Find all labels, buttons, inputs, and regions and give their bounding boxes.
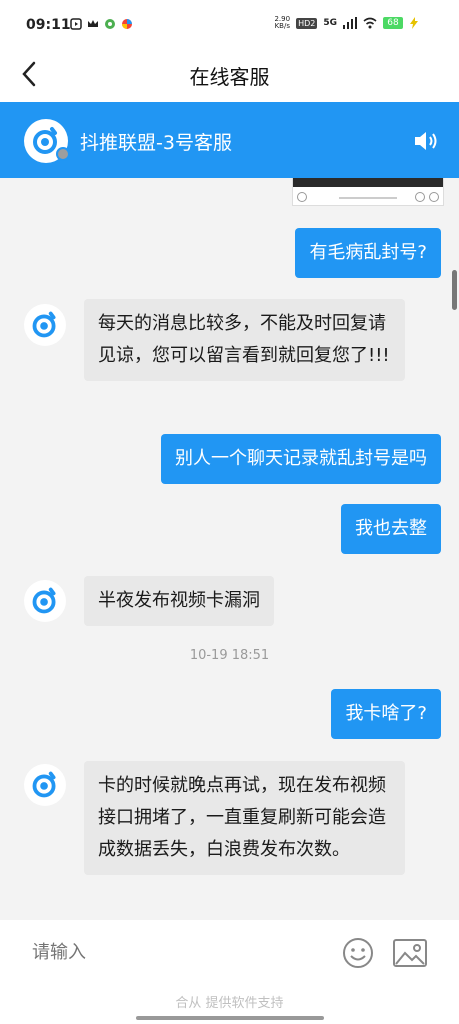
emoji-icon[interactable] (342, 937, 374, 969)
signal-bars-icon (343, 17, 357, 29)
status-time: 09:11 (26, 17, 71, 33)
home-indicator[interactable] (136, 1016, 324, 1020)
service-logo-icon (32, 587, 56, 614)
status-bar: 09:11 2.90 KB/s HD2 5G 68 (0, 0, 459, 46)
video-app-icon (70, 18, 82, 30)
outgoing-message[interactable]: 我也去整 (341, 504, 441, 554)
incoming-message[interactable]: 每天的消息比较多，不能及时回复请见谅，您可以留言看到就回复您了!!! (84, 299, 405, 381)
colorful-app-icon (122, 19, 132, 29)
service-logo-icon (32, 311, 56, 338)
page-title: 在线客服 (189, 65, 270, 89)
leaf-app-icon (105, 19, 115, 29)
charging-icon (410, 17, 418, 29)
service-avatar (24, 580, 66, 622)
network-speed: 2.90 KB/s (274, 15, 291, 30)
crown-icon (88, 20, 98, 27)
status-right-icons: 2.90 KB/s HD2 5G 68 (274, 16, 419, 30)
powered-by-text: 合从 提供软件支持 (175, 996, 284, 1011)
service-logo-icon (32, 771, 56, 798)
wifi-icon (363, 17, 377, 29)
nav-bar: 在线客服 (0, 46, 459, 102)
chat-area[interactable]: 有毛病乱封号? 每天的消息比较多，不能及时回复请见谅，您可以留言看到就回复您了!… (0, 178, 459, 920)
speaker-icon[interactable] (413, 129, 439, 153)
outgoing-message[interactable]: 我卡啥了? (331, 689, 441, 739)
service-logo (24, 119, 70, 163)
online-status-dot (56, 147, 70, 161)
input-bar: 合从 提供软件支持 (0, 920, 459, 1024)
image-upload-icon[interactable] (392, 938, 428, 968)
message-input[interactable] (32, 942, 312, 963)
signal-5g: 5G (323, 18, 337, 28)
service-avatar (24, 764, 66, 806)
service-header: 抖推联盟-3号客服 (0, 102, 459, 178)
service-name: 抖推联盟-3号客服 (80, 132, 232, 154)
battery-indicator: 68 (383, 17, 403, 29)
hd-badge: HD2 (296, 17, 318, 29)
incoming-message[interactable]: 卡的时候就晚点再试，现在发布视频接口拥堵了，一直重复刷新可能会造成数据丢失，白浪… (84, 761, 405, 875)
incoming-message[interactable]: 半夜发布视频卡漏洞 (84, 576, 274, 626)
message-timestamp: 10-19 18:51 (189, 648, 270, 663)
outgoing-message[interactable]: 别人一个聊天记录就乱封号是吗 (161, 434, 441, 484)
chat-scrollbar[interactable] (452, 270, 457, 310)
image-message-thumbnail[interactable] (292, 178, 444, 206)
outgoing-message[interactable]: 有毛病乱封号? (295, 228, 441, 278)
notification-icons (70, 18, 133, 30)
service-avatar (24, 304, 66, 346)
